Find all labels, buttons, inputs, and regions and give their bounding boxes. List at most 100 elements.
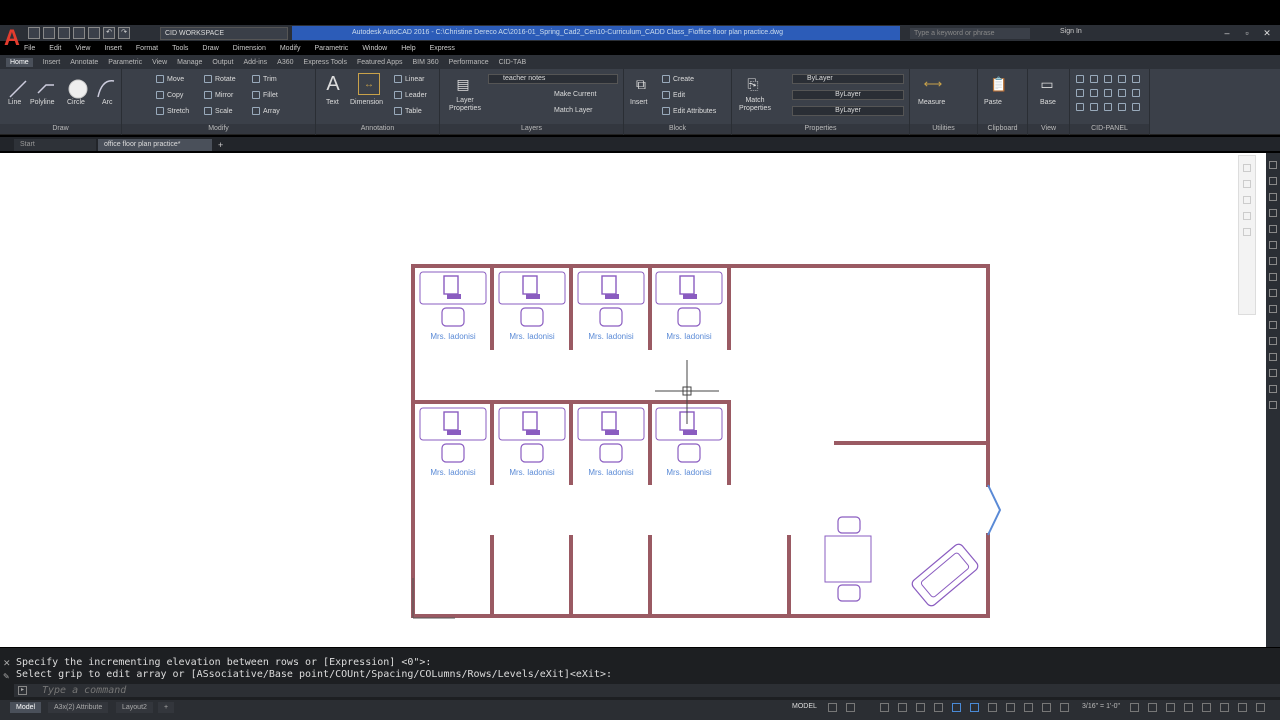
ortho-icon[interactable] — [880, 703, 889, 712]
trim-button[interactable]: Trim — [252, 75, 277, 83]
menu-parametric[interactable]: Parametric — [314, 45, 348, 52]
modify-panel-title[interactable]: Modify — [122, 124, 315, 134]
maximize-button[interactable]: ▫ — [1238, 26, 1256, 40]
annotation-monitor-icon[interactable] — [1148, 703, 1157, 712]
lineweight-icon[interactable] — [970, 703, 979, 712]
object-snap-tracking-icon[interactable] — [934, 703, 943, 712]
menu-modify[interactable]: Modify — [280, 45, 301, 52]
customization-icon[interactable] — [1256, 703, 1265, 712]
menu-format[interactable]: Format — [136, 45, 158, 52]
annotation-visibility-icon[interactable] — [1042, 703, 1051, 712]
ribbon-tab-home[interactable]: Home — [6, 57, 33, 67]
sign-in-button[interactable]: Sign In — [1060, 28, 1082, 35]
isolate-objects-icon[interactable] — [1220, 703, 1229, 712]
ribbon-tab-a360[interactable]: A360 — [277, 59, 293, 66]
view-panel-title[interactable]: View — [1028, 124, 1069, 134]
object-snap-icon[interactable] — [952, 703, 961, 712]
menu-view[interactable]: View — [75, 45, 90, 52]
menu-edit[interactable]: Edit — [49, 45, 61, 52]
workspace-select[interactable]: CID WORKSPACE — [160, 27, 288, 40]
model-space-toggle[interactable]: MODEL — [792, 703, 817, 710]
customize-icon[interactable]: ✎ — [3, 672, 10, 681]
tool-icon[interactable] — [1269, 193, 1277, 201]
cid-tool-icon[interactable] — [1118, 103, 1126, 111]
tool-icon[interactable] — [1269, 225, 1277, 233]
arc-button[interactable]: Arc — [102, 99, 113, 106]
tool-icon[interactable] — [1269, 369, 1277, 377]
tool-icon[interactable] — [1269, 289, 1277, 297]
close-command-icon[interactable]: ✕ — [3, 658, 11, 669]
steering-wheel-icon[interactable] — [1243, 164, 1251, 172]
add-tab-icon[interactable]: + — [218, 139, 223, 151]
menu-window[interactable]: Window — [362, 45, 387, 52]
units-icon[interactable] — [1166, 703, 1175, 712]
cid-tool-icon[interactable] — [1090, 89, 1098, 97]
line-button[interactable]: Line — [8, 99, 21, 106]
create-block-button[interactable]: Create — [662, 75, 694, 83]
cid-tool-icon[interactable] — [1076, 75, 1084, 83]
edit-attributes-button[interactable]: Edit Attributes — [662, 107, 716, 115]
cid-tool-icon[interactable] — [1104, 75, 1112, 83]
workspace-switching-icon[interactable] — [1130, 703, 1139, 712]
tab-model[interactable]: Model — [10, 702, 42, 713]
mirror-button[interactable]: Mirror — [204, 91, 233, 99]
cid-tool-icon[interactable] — [1132, 75, 1140, 83]
ribbon-tab-express-tools[interactable]: Express Tools — [304, 59, 347, 66]
clipboard-panel-title[interactable]: Clipboard — [978, 124, 1027, 134]
cid-tool-icon[interactable] — [1104, 89, 1112, 97]
tool-icon[interactable] — [1269, 353, 1277, 361]
annotation-panel-title[interactable]: Annotation — [316, 124, 439, 134]
text-button[interactable]: Text — [326, 99, 339, 106]
block-panel-title[interactable]: Block — [624, 124, 731, 134]
minimize-button[interactable]: – — [1218, 26, 1236, 40]
dimension-button[interactable]: Dimension — [350, 99, 383, 106]
ribbon-tab-parametric[interactable]: Parametric — [108, 59, 142, 66]
circle-button[interactable]: Circle — [67, 99, 85, 106]
floor-plan[interactable]: Mrs. Iadonisi Mrs. Iadonisi Mrs. Iadonisi M… — [0, 153, 1280, 647]
tool-icon[interactable] — [1269, 305, 1277, 313]
tool-icon[interactable] — [1269, 161, 1277, 169]
base-button[interactable]: Base — [1040, 99, 1056, 106]
cid-tool-icon[interactable] — [1132, 89, 1140, 97]
close-button[interactable]: ✕ — [1258, 26, 1276, 40]
tool-icon[interactable] — [1269, 385, 1277, 393]
match-properties-button[interactable]: Match Properties — [734, 97, 776, 113]
new-file-icon[interactable] — [28, 27, 40, 39]
add-layout-icon[interactable]: + — [158, 702, 175, 713]
showmotion-icon[interactable] — [1243, 228, 1251, 236]
cid-tool-icon[interactable] — [1132, 103, 1140, 111]
tool-icon[interactable] — [1269, 273, 1277, 281]
annotation-scale[interactable]: 3/16" = 1'-0" — [1082, 703, 1120, 710]
layer-dropdown[interactable]: teacher notes — [488, 74, 618, 84]
cid-tool-icon[interactable] — [1090, 103, 1098, 111]
ribbon-tab-manage[interactable]: Manage — [177, 59, 202, 66]
redo-icon[interactable]: ↷ — [118, 27, 130, 39]
annotation-scale-icon[interactable] — [1060, 703, 1069, 712]
tool-icon[interactable] — [1269, 337, 1277, 345]
menu-help[interactable]: Help — [401, 45, 415, 52]
move-button[interactable]: Move — [156, 75, 184, 83]
command-icon[interactable]: ▸ — [18, 686, 27, 695]
match-layer-button[interactable]: Match Layer — [554, 107, 593, 114]
menu-dimension[interactable]: Dimension — [233, 45, 266, 52]
lock-ui-icon[interactable] — [1202, 703, 1211, 712]
cid-panel-title[interactable]: CID-PANEL — [1070, 124, 1149, 134]
layer-properties-button[interactable]: Layer Properties — [447, 97, 483, 113]
lineweight-dropdown[interactable]: ByLayer — [792, 106, 904, 116]
ribbon-tab-view[interactable]: View — [152, 59, 167, 66]
tool-icon[interactable] — [1269, 241, 1277, 249]
tab-layout2[interactable]: Layout2 — [116, 702, 153, 713]
drawing-canvas[interactable]: Mrs. Iadonisi Mrs. Iadonisi Mrs. Iadonisi M… — [0, 153, 1280, 647]
linetype-dropdown[interactable]: ByLayer — [792, 90, 904, 100]
ribbon-tab-cid-tab[interactable]: CID-TAB — [499, 59, 526, 66]
paste-button[interactable]: Paste — [984, 99, 1002, 106]
isodraft-icon[interactable] — [916, 703, 925, 712]
leader-button[interactable]: Leader — [394, 91, 427, 99]
ribbon-tab-add-ins[interactable]: Add-ins — [243, 59, 267, 66]
save-as-icon[interactable] — [73, 27, 85, 39]
snap-icon[interactable] — [846, 703, 855, 712]
menu-tools[interactable]: Tools — [172, 45, 188, 52]
grid-icon[interactable] — [828, 703, 837, 712]
quick-properties-icon[interactable] — [1184, 703, 1193, 712]
selection-cycling-icon[interactable] — [1006, 703, 1015, 712]
